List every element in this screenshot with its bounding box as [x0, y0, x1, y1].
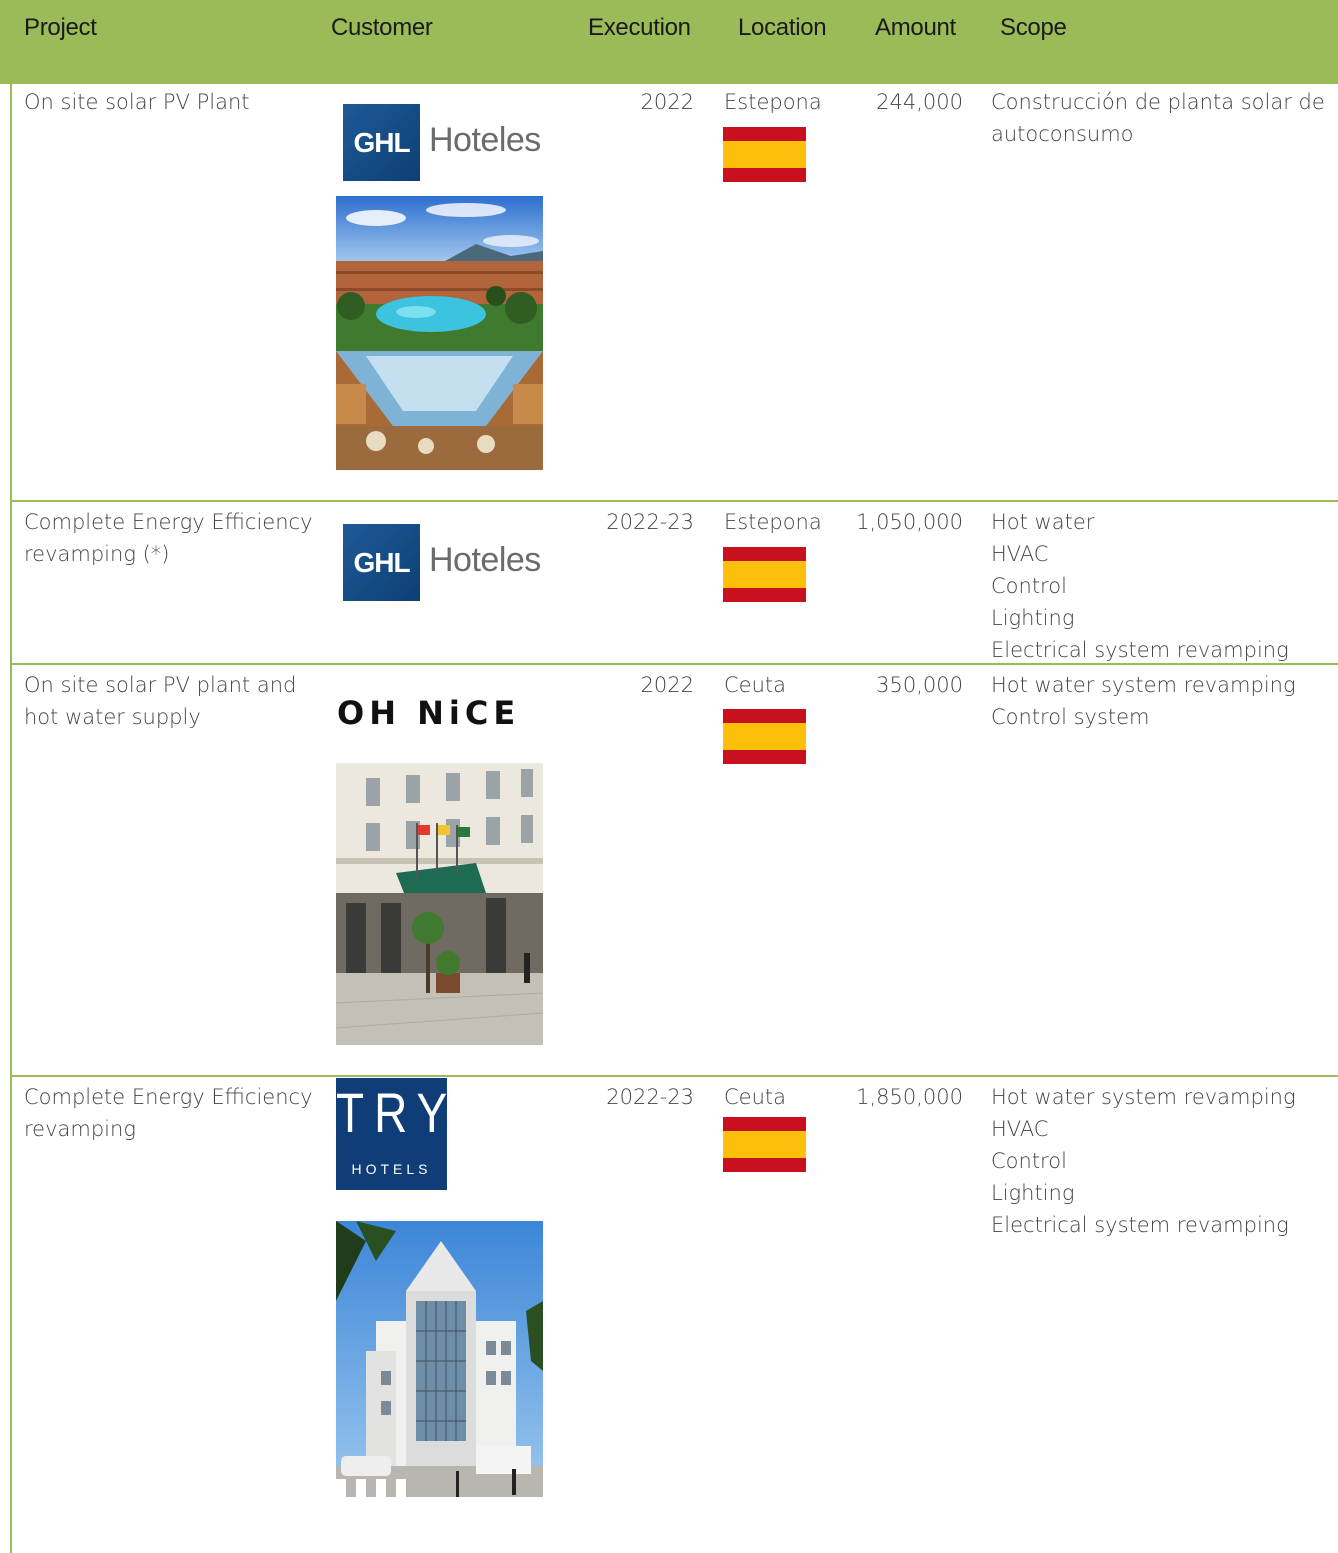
- spain-flag-icon: [723, 127, 806, 182]
- row3-project: On site solar PV plant and hot water sup…: [24, 673, 297, 729]
- row3-scope: Hot water system revamping Control syste…: [991, 669, 1296, 733]
- row4-scope: Hot water system revamping HVAC Control …: [991, 1081, 1296, 1241]
- row4-location: Ceuta: [724, 1085, 786, 1109]
- scope-line: Hot water system revamping: [991, 1085, 1296, 1109]
- row1-project: On site solar PV Plant: [24, 90, 250, 114]
- scope-line: HVAC: [991, 1117, 1049, 1141]
- header-scope: Scope: [1000, 14, 1067, 41]
- scope-line: Control: [991, 1149, 1067, 1173]
- ghl-logo-text: Hoteles: [429, 541, 541, 579]
- scope-line: Hot water: [991, 510, 1095, 534]
- scope-line: Lighting: [991, 1181, 1075, 1205]
- row-divider: [10, 500, 1338, 502]
- ghl-hoteles-logo: GHL Hoteles: [337, 100, 547, 184]
- tryp-hotels-logo: TRYP HOTELS: [336, 1078, 498, 1190]
- table-left-border: [10, 84, 12, 1553]
- row2-execution: 2022-23: [606, 510, 694, 534]
- row2-project: Complete Energy Efficiency revamping (*): [24, 510, 313, 566]
- table-header: Project Customer Execution Location Amou…: [0, 0, 1338, 84]
- row4-amount: 1,850,000: [856, 1085, 963, 1109]
- row2-scope: Hot water HVAC Control Lighting Electric…: [991, 506, 1289, 666]
- ghl-logo-box: GHL: [343, 104, 420, 181]
- hotel-photo-building: [336, 1221, 543, 1497]
- scope-line: HVAC: [991, 542, 1049, 566]
- tryp-logo-text: TRYP: [336, 1081, 498, 1145]
- row3-amount: 350,000: [876, 673, 963, 697]
- row1-scope: Construcción de planta solar de autocons…: [991, 86, 1325, 150]
- oh-nice-logo: OH NiCE: [337, 694, 521, 732]
- scope-line: Hot water system revamping: [991, 673, 1296, 697]
- row-divider: [10, 1075, 1338, 1077]
- spain-flag-icon: [723, 547, 806, 602]
- scope-line: Control system: [991, 705, 1150, 729]
- scope-line: autoconsumo: [991, 122, 1134, 146]
- hotel-photo-pool: [336, 196, 543, 470]
- row1-amount: 244,000: [876, 90, 963, 114]
- row4-execution: 2022-23: [606, 1085, 694, 1109]
- header-execution: Execution: [588, 14, 691, 41]
- spain-flag-icon: [723, 709, 806, 764]
- scope-line: Construcción de planta solar de: [991, 90, 1325, 114]
- spain-flag-icon: [723, 1117, 806, 1172]
- header-amount: Amount: [875, 14, 956, 41]
- row3-location: Ceuta: [724, 673, 786, 697]
- header-location: Location: [738, 14, 827, 41]
- scope-line: Electrical system revamping: [991, 1213, 1289, 1237]
- scope-line: Electrical system revamping: [991, 638, 1289, 662]
- row1-location: Estepona: [724, 90, 822, 114]
- row3-execution: 2022: [640, 673, 694, 697]
- header-customer: Customer: [331, 14, 433, 41]
- hotel-photo-street: [336, 763, 543, 1045]
- row2-amount: 1,050,000: [856, 510, 963, 534]
- header-project: Project: [24, 14, 97, 41]
- ghl-logo-text: Hoteles: [429, 121, 541, 159]
- scope-line: Lighting: [991, 606, 1075, 630]
- row2-location: Estepona: [724, 510, 822, 534]
- ghl-logo-box: GHL: [343, 524, 420, 601]
- row1-execution: 2022: [640, 90, 694, 114]
- projects-table: Project Customer Execution Location Amou…: [0, 0, 1338, 1553]
- row4-project: Complete Energy Efficiency revamping: [24, 1085, 313, 1141]
- scope-line: Control: [991, 574, 1067, 598]
- ghl-hoteles-logo: GHL Hoteles: [337, 520, 547, 604]
- tryp-logo-subtext: HOTELS: [351, 1161, 432, 1177]
